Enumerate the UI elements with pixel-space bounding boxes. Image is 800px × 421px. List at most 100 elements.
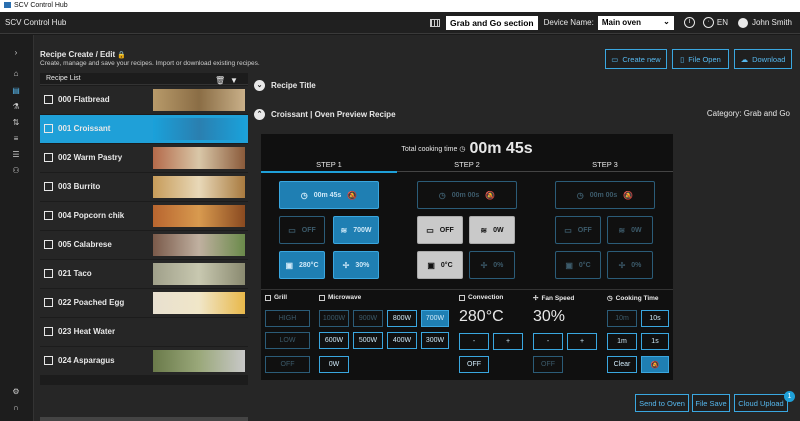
- time-clear-button[interactable]: Clear: [607, 356, 637, 373]
- step3-temp-tile[interactable]: ▣ 0°C: [555, 251, 601, 279]
- microwave-1000w-button[interactable]: 1000W: [319, 310, 349, 327]
- microwave-600w-button[interactable]: 600W: [319, 332, 349, 349]
- file-save-button[interactable]: File Save: [692, 394, 730, 412]
- recipe-list-item[interactable]: 001 Croissant: [40, 115, 248, 143]
- cloud-upload-button[interactable]: Cloud Upload: [734, 394, 788, 412]
- user-icon[interactable]: [737, 17, 748, 28]
- recipe-checkbox[interactable]: [44, 298, 53, 307]
- time-1m-button[interactable]: 1m: [607, 333, 637, 350]
- convection-plus-button[interactable]: +: [493, 333, 523, 350]
- send-to-oven-button[interactable]: Send to Oven: [635, 394, 689, 412]
- microwave-800w-button[interactable]: 800W: [387, 310, 417, 327]
- recipe-list-item[interactable]: 023 Heat Water: [40, 318, 248, 346]
- microwave-500w-button[interactable]: 500W: [353, 332, 383, 349]
- recipe-checkbox[interactable]: [44, 182, 53, 191]
- microwave-700w-button[interactable]: 700W: [421, 310, 449, 327]
- language[interactable]: EN: [717, 18, 728, 27]
- recipe-checkbox[interactable]: [44, 95, 53, 104]
- step-1-indicator: [261, 171, 397, 173]
- microwave-400w-button[interactable]: 400W: [387, 332, 417, 349]
- recipe-name: 023 Heat Water: [58, 327, 116, 336]
- sort-icon[interactable]: ⇅: [11, 119, 21, 127]
- time-10s-button[interactable]: 10s: [641, 310, 669, 327]
- home-icon[interactable]: ⌂: [11, 70, 21, 78]
- recipe-checkbox[interactable]: [44, 356, 53, 365]
- step2-fan-tile[interactable]: ✢ 0%: [469, 251, 515, 279]
- microwave-900w-button[interactable]: 900W: [353, 310, 383, 327]
- settings-icon[interactable]: ⚙: [11, 388, 21, 396]
- grill-high-button[interactable]: HIGH: [265, 310, 310, 327]
- chevron-down-icon: ⌄: [663, 16, 670, 26]
- step2-grill-tile[interactable]: ▭ OFF: [417, 216, 463, 244]
- controls-divider: [261, 289, 673, 290]
- recipe-title-row[interactable]: ⌄ Recipe Title: [254, 74, 794, 96]
- top-bar: SCV Control Hub Grab and Go section Devi…: [0, 12, 800, 34]
- recipe-checkbox[interactable]: [44, 211, 53, 220]
- grid-icon[interactable]: [430, 18, 440, 27]
- recipe-checkbox[interactable]: [44, 269, 53, 278]
- headset-icon[interactable]: ∩: [11, 404, 21, 412]
- download-button[interactable]: ☁ Download: [734, 49, 792, 69]
- fan-off-button[interactable]: OFF: [533, 356, 563, 373]
- recipe-list-item[interactable]: 022 Poached Egg: [40, 289, 248, 317]
- step3-time-tile[interactable]: ◷ 00m 00s 🔕: [555, 181, 655, 209]
- microwave-0w-button[interactable]: 0W: [319, 356, 349, 373]
- step1-microwave-tile[interactable]: ≋ 700W: [333, 216, 379, 244]
- notification-badge: 1: [784, 391, 795, 402]
- step2-time-tile[interactable]: ◷ 00m 00s 🔕: [417, 181, 517, 209]
- recipe-icon[interactable]: ▤: [11, 87, 21, 95]
- main-area: Recipe Create / Edit 🔒 Create, manage an…: [34, 35, 800, 421]
- step1-temp-tile[interactable]: ▣ 280°C: [279, 251, 325, 279]
- oven-preview-panel: Total cooking time ◷ 00m 45s STEP 1 STEP …: [261, 134, 673, 380]
- fan-speed-heading: ✢ Fan Speed: [533, 294, 575, 303]
- file-open-button[interactable]: ▯ File Open: [672, 49, 729, 69]
- recipe-thumbnail: [153, 176, 245, 198]
- step2-temp-tile[interactable]: ▣ 0°C: [417, 251, 463, 279]
- window-title: SCV Control Hub: [14, 2, 68, 9]
- users-icon[interactable]: ⚇: [11, 167, 21, 175]
- time-10m-button[interactable]: 10m: [607, 310, 637, 327]
- hub-label: SCV Control Hub: [5, 18, 67, 27]
- microwave-300w-button[interactable]: 300W: [421, 332, 449, 349]
- recipe-thumbnail: [153, 118, 245, 140]
- bell-off-button[interactable]: 🔕: [641, 356, 669, 373]
- page-subtitle: Create, manage and save your recipes. Im…: [40, 60, 260, 67]
- convection-minus-button[interactable]: -: [459, 333, 489, 350]
- step1-grill-tile[interactable]: ▭ OFF: [279, 216, 325, 244]
- convection-off-button[interactable]: OFF: [459, 356, 489, 373]
- recipe-checkbox[interactable]: [44, 240, 53, 249]
- step3-grill-tile[interactable]: ▭ OFF: [555, 216, 601, 244]
- sliders-icon[interactable]: ≡: [11, 135, 21, 143]
- create-new-button[interactable]: ▭ Create new: [605, 49, 667, 69]
- recipe-checkbox[interactable]: [44, 124, 53, 133]
- step1-fan-tile[interactable]: ✢ 30%: [333, 251, 379, 279]
- step3-fan-tile[interactable]: ✢ 0%: [607, 251, 653, 279]
- globe-icon[interactable]: ·: [702, 17, 714, 28]
- recipe-list-item[interactable]: 005 Calabrese: [40, 231, 248, 259]
- list-scrollbar[interactable]: [40, 417, 248, 421]
- recipe-list-item[interactable]: 002 Warm Pastry: [40, 144, 248, 172]
- user-name[interactable]: John Smith: [752, 18, 792, 27]
- left-rail: › ⌂ ▤ ⚗ ⇅ ≡ ☰ ⚇ ⚙ ∩: [0, 35, 34, 421]
- flask-icon[interactable]: ⚗: [11, 103, 21, 111]
- device-select[interactable]: Main oven ⌄: [597, 15, 674, 30]
- recipe-list-item[interactable]: 000 Flatbread: [40, 86, 248, 114]
- recipe-checkbox[interactable]: [44, 153, 53, 162]
- time-1s-button[interactable]: 1s: [641, 333, 669, 350]
- recipe-checkbox[interactable]: [44, 327, 53, 336]
- grill-off-button[interactable]: OFF: [265, 356, 310, 373]
- step3-microwave-tile[interactable]: ≋ 0W: [607, 216, 653, 244]
- recipe-list-item[interactable]: 004 Popcorn chik: [40, 202, 248, 230]
- expand-icon[interactable]: ›: [11, 49, 21, 57]
- recipe-list-item[interactable]: 021 Taco: [40, 260, 248, 288]
- info-icon[interactable]: i: [683, 17, 695, 28]
- fan-plus-button[interactable]: +: [567, 333, 597, 350]
- fan-minus-button[interactable]: -: [533, 333, 563, 350]
- step1-time-tile[interactable]: ◷ 00m 45s 🔕: [279, 181, 379, 209]
- step2-microwave-tile[interactable]: ≋ 0W: [469, 216, 515, 244]
- grill-low-button[interactable]: LOW: [265, 332, 310, 349]
- convection-heading: Convection: [459, 294, 503, 301]
- recipe-list-item[interactable]: 024 Asparagus: [40, 347, 248, 375]
- recipe-list-item[interactable]: 003 Burrito: [40, 173, 248, 201]
- list-icon[interactable]: ☰: [11, 151, 21, 159]
